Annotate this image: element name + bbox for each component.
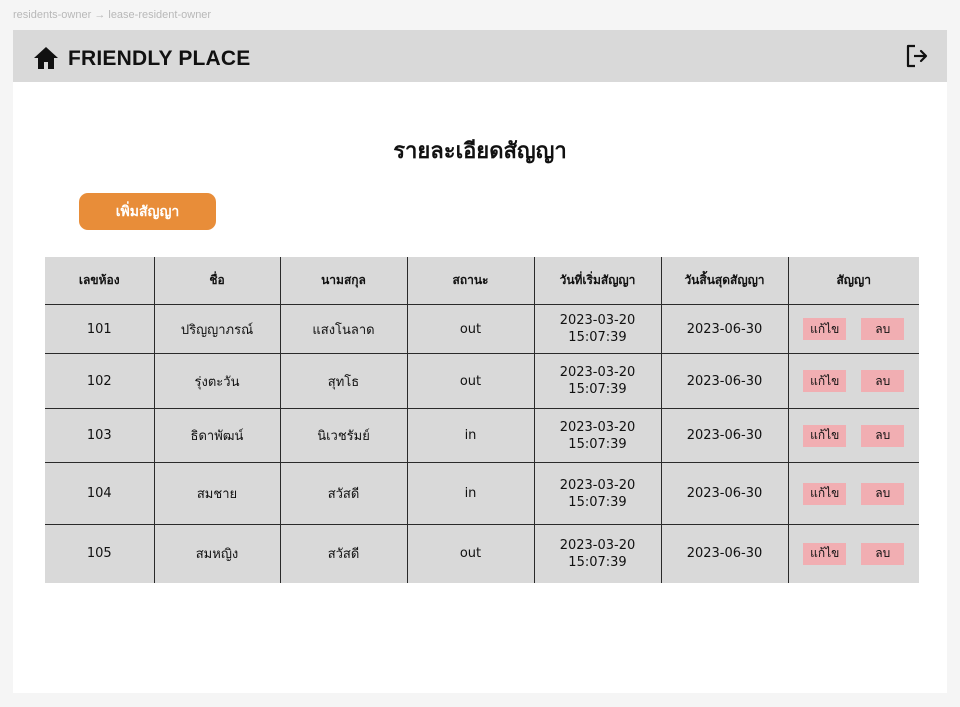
start-time: 15:07:39 xyxy=(568,330,627,345)
end-date-cell: 2023-06-30 xyxy=(661,524,789,583)
table-row: 104 สมชาย สวัสดี in 2023-03-20 15:07:39 2… xyxy=(45,462,919,525)
table-row: 101 ปริญญาภรณ์ แสงโนลาด out 2023-03-20 15… xyxy=(45,304,919,354)
status-cell: out xyxy=(407,524,535,583)
top-bar: FRIENDLY PLACE xyxy=(13,30,947,82)
delete-button[interactable]: ลบ xyxy=(861,424,905,447)
first-name-cell: ธิดาพัฒน์ xyxy=(154,408,281,463)
start-date: 2023-03-20 xyxy=(559,419,636,435)
breadcrumb: residents-owner → lease-resident-owner xyxy=(13,9,212,21)
actions-cell: แก้ไข ลบ xyxy=(788,525,919,583)
end-date-cell: 2023-06-30 xyxy=(661,304,789,354)
room-cell: 102 xyxy=(45,353,155,409)
column-header-lease: สัญญา xyxy=(788,257,919,305)
start-time: 15:07:39 xyxy=(568,382,627,397)
start-time: 15:07:39 xyxy=(568,436,627,452)
first-name-cell: รุ่งตะวัน xyxy=(154,353,281,409)
column-header-first-name: ชื่อ xyxy=(154,257,281,305)
room-cell: 104 xyxy=(45,462,155,525)
start-date: 2023-03-20 xyxy=(559,365,636,380)
delete-button[interactable]: ลบ xyxy=(861,370,905,392)
last-name-cell: นิเวชรัมย์ xyxy=(280,408,408,463)
end-date-cell: 2023-06-30 xyxy=(661,408,789,463)
last-name-cell: สวัสดี xyxy=(280,524,408,583)
edit-button[interactable]: แก้ไข xyxy=(803,318,847,340)
table-row: 103 ธิดาพัฒน์ นิเวชรัมย์ in 2023-03-20 15… xyxy=(45,408,919,463)
start-date-cell: 2023-03-20 15:07:39 xyxy=(534,353,662,409)
table-header-row: เลขห้อง ชื่อ นามสกุล สถานะ วันที่เริ่มสั… xyxy=(45,257,919,305)
actions-cell: แก้ไข ลบ xyxy=(788,408,919,463)
start-time: 15:07:39 xyxy=(568,494,627,510)
start-date: 2023-03-20 xyxy=(559,537,636,553)
delete-button[interactable]: ลบ xyxy=(861,318,905,340)
last-name-cell: แสงโนลาด xyxy=(280,304,408,354)
column-header-start-date: วันที่เริ่มสัญญา xyxy=(534,257,662,305)
last-name-cell: สวัสดี xyxy=(280,462,408,525)
status-cell: in xyxy=(407,462,535,525)
first-name-cell: ปริญญาภรณ์ xyxy=(154,304,281,354)
page-title: รายละเอียดสัญญา xyxy=(393,139,567,164)
start-time: 15:07:39 xyxy=(568,554,627,570)
edit-button[interactable]: แก้ไข xyxy=(803,482,847,505)
actions-cell: แก้ไข ลบ xyxy=(788,304,919,354)
actions-cell: แก้ไข ลบ xyxy=(788,353,919,409)
delete-button[interactable]: ลบ xyxy=(861,482,905,505)
column-header-end-date: วันสิ้นสุดสัญญา xyxy=(661,257,789,305)
last-name-cell: สุทโธ xyxy=(280,353,408,409)
status-cell: out xyxy=(407,353,535,409)
end-date-cell: 2023-06-30 xyxy=(661,462,789,525)
column-header-status: สถานะ xyxy=(407,257,535,305)
end-date-cell: 2023-06-30 xyxy=(661,353,789,409)
room-cell: 105 xyxy=(45,524,155,583)
add-lease-button[interactable]: เพิ่มสัญญา xyxy=(79,193,216,230)
table-row: 102 รุ่งตะวัน สุทโธ out 2023-03-20 15:07:… xyxy=(45,353,919,409)
room-cell: 103 xyxy=(45,408,155,463)
start-date-cell: 2023-03-20 15:07:39 xyxy=(534,408,662,463)
status-cell: in xyxy=(407,408,535,463)
app-frame: FRIENDLY PLACE รายละเอียดสัญญา เพิ่มสัญญ… xyxy=(13,30,947,693)
room-cell: 101 xyxy=(45,304,155,354)
home-icon[interactable] xyxy=(33,46,59,70)
edit-button[interactable]: แก้ไข xyxy=(803,370,847,392)
table-row: 105 สมหญิง สวัสดี out 2023-03-20 15:07:39… xyxy=(45,524,919,583)
actions-cell: แก้ไข ลบ xyxy=(788,462,919,525)
start-date-cell: 2023-03-20 15:07:39 xyxy=(534,304,662,354)
start-date-cell: 2023-03-20 15:07:39 xyxy=(534,524,662,583)
logout-icon[interactable] xyxy=(905,44,929,68)
start-date: 2023-03-20 xyxy=(559,477,636,493)
lease-table: เลขห้อง ชื่อ นามสกุล สถานะ วันที่เริ่มสั… xyxy=(45,257,919,583)
first-name-cell: สมหญิง xyxy=(154,524,281,583)
delete-button[interactable]: ลบ xyxy=(861,542,905,565)
start-date-cell: 2023-03-20 15:07:39 xyxy=(534,462,662,525)
column-header-room: เลขห้อง xyxy=(45,257,155,305)
column-header-last-name: นามสกุล xyxy=(280,257,408,305)
first-name-cell: สมชาย xyxy=(154,462,281,525)
edit-button[interactable]: แก้ไข xyxy=(803,542,847,565)
status-cell: out xyxy=(407,304,535,354)
start-date: 2023-03-20 xyxy=(559,313,636,328)
brand-title: FRIENDLY PLACE xyxy=(68,47,251,70)
edit-button[interactable]: แก้ไข xyxy=(803,424,847,447)
